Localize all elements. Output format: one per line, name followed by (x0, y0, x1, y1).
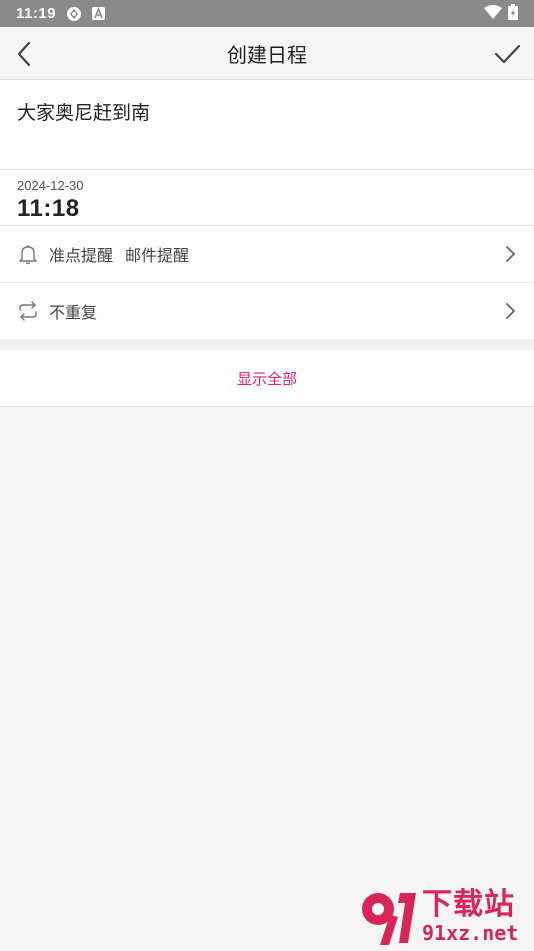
repeat-row[interactable]: 不重复 (0, 283, 534, 340)
repeat-icon (17, 300, 39, 322)
chevron-right-icon (503, 302, 517, 320)
reminder-label: 准点提醒 (49, 242, 113, 266)
a-notification-icon (92, 7, 105, 20)
watermark-logo-icon (358, 887, 420, 947)
watermark-en: 91xz.net (422, 921, 518, 945)
reminder-label-email: 邮件提醒 (125, 242, 189, 266)
event-title-value: 大家奥尼赶到南 (17, 98, 517, 125)
event-title-field[interactable]: 大家奥尼赶到南 (0, 80, 534, 170)
app-bar: 创建日程 (0, 27, 534, 80)
event-form: 大家奥尼赶到南 2024-12-30 11:18 准点提醒 邮件提醒 不重复 (0, 80, 534, 340)
chevron-right-icon (503, 245, 517, 263)
event-time: 11:18 (17, 195, 517, 223)
status-time: 11:19 (16, 5, 56, 22)
repeat-label: 不重复 (49, 299, 97, 323)
reminder-row[interactable]: 准点提醒 邮件提醒 (0, 226, 534, 283)
bell-icon (17, 243, 39, 265)
back-arrow-icon[interactable] (12, 40, 38, 68)
status-right-icons (484, 4, 518, 24)
page-title: 创建日程 (227, 39, 307, 68)
status-bar: 11:19 (0, 0, 534, 27)
check-icon[interactable] (492, 40, 522, 68)
show-all-button[interactable]: 显示全部 (0, 350, 534, 407)
watermark-cn: 下载站 (422, 889, 518, 921)
battery-icon (508, 4, 518, 24)
wifi-icon (484, 4, 502, 23)
datetime-picker[interactable]: 2024-12-30 11:18 (0, 170, 534, 226)
watermark: 下载站 91xz.net (358, 886, 530, 948)
sync-icon (66, 6, 82, 22)
section-divider (0, 339, 534, 350)
event-date: 2024-12-30 (17, 178, 517, 193)
show-all-label: 显示全部 (237, 368, 297, 389)
